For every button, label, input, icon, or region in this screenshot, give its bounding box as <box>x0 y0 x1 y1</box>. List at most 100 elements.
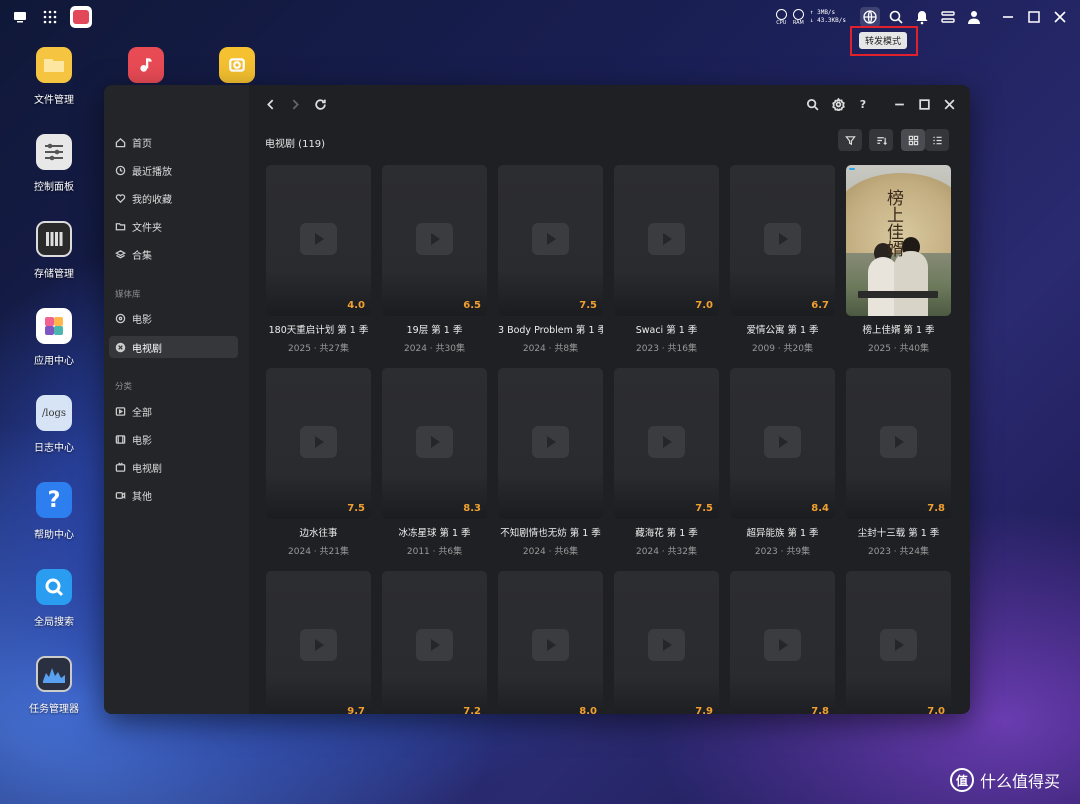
desktop-icon-app-center[interactable]: 应用中心 <box>14 308 94 367</box>
grid-view-button[interactable] <box>901 129 925 151</box>
media-title[interactable]: 尘封十三载 第 1 季 <box>846 525 951 539</box>
media-title[interactable]: 不知剧情也无妨 第 1 季 <box>498 525 603 539</box>
sidebar-item-favorites[interactable]: 我的收藏 <box>109 187 238 209</box>
user-icon[interactable] <box>964 7 984 27</box>
media-poster[interactable] <box>498 368 603 519</box>
media-card[interactable]: 7.8 <box>730 571 835 714</box>
desktop-icon-logs[interactable]: /logs 日志中心 <box>14 395 94 454</box>
globe-icon[interactable] <box>860 7 880 27</box>
media-title[interactable]: 180天重启计划 第 1 季 <box>266 322 371 336</box>
filter-button[interactable] <box>838 129 862 151</box>
media-poster[interactable]: 7.8 <box>730 571 835 714</box>
media-title[interactable]: 榜上佳婿 第 1 季 <box>846 322 951 336</box>
sidebar-item-movies[interactable]: 电影 <box>109 307 238 329</box>
media-poster[interactable]: 6.5 <box>382 165 487 316</box>
desktop-icon-search[interactable]: 全局搜索 <box>14 569 94 628</box>
sidebar-item-tv-category[interactable]: 电视剧 <box>109 456 238 478</box>
media-title[interactable]: 19层 第 1 季 <box>382 322 487 336</box>
sidebar-item-folders[interactable]: 文件夹 <box>109 215 238 237</box>
video-app-taskbar-icon[interactable] <box>70 6 92 28</box>
media-title[interactable]: Swaci 第 1 季 <box>614 322 719 336</box>
search-icon[interactable] <box>886 7 906 27</box>
sidebar-item-home[interactable]: 首页 <box>109 131 238 153</box>
media-poster[interactable]: 7.9 <box>614 571 719 714</box>
desktop-icon-control-panel[interactable]: 控制面板 <box>14 134 94 193</box>
minimize-icon[interactable] <box>998 7 1018 27</box>
media-meta: 2025 · 共27集 <box>266 341 371 354</box>
ram-indicator[interactable]: RAM <box>792 8 804 26</box>
media-title[interactable]: 冰冻星球 第 1 季 <box>382 525 487 539</box>
close-icon[interactable] <box>1050 7 1070 27</box>
media-card[interactable]: 7.5 3 Body Problem 第 1 季 2024 · 共8集 <box>498 165 603 354</box>
media-card[interactable]: 8.3 冰冻星球 第 1 季 2011 · 共6集 <box>382 368 487 557</box>
media-card[interactable]: 6.7 爱情公寓 第 1 季 2009 · 共20集 <box>730 165 835 354</box>
media-poster[interactable]: 7.8 <box>846 368 951 519</box>
search-icon[interactable] <box>803 95 821 113</box>
list-view-button[interactable] <box>925 129 949 151</box>
back-icon[interactable] <box>261 95 279 113</box>
media-poster[interactable]: 9.7 <box>266 571 371 714</box>
sort-button[interactable] <box>869 129 893 151</box>
media-poster[interactable]: 4.0 <box>266 165 371 316</box>
media-poster[interactable]: 7.2 <box>382 571 487 714</box>
desktop-icon-files[interactable]: 文件管理 <box>14 47 94 106</box>
media-poster[interactable]: 8.3 <box>382 368 487 519</box>
close-icon[interactable] <box>940 95 958 113</box>
media-poster[interactable]: 8.4 <box>730 368 835 519</box>
refresh-icon[interactable] <box>311 95 329 113</box>
backup-app-icon[interactable] <box>197 47 277 83</box>
media-title[interactable]: 超异能族 第 1 季 <box>730 525 835 539</box>
desktop-icon-storage[interactable]: 存储管理 <box>14 221 94 280</box>
sidebar-item-tv[interactable]: 电视剧 <box>109 336 238 358</box>
media-card[interactable]: 6.5 19层 第 1 季 2024 · 共30集 <box>382 165 487 354</box>
media-poster[interactable]: 7.0 <box>846 571 951 714</box>
sidebar-item-collections[interactable]: 合集 <box>109 243 238 265</box>
media-title[interactable]: 3 Body Problem 第 1 季 <box>498 322 603 336</box>
sidebar-item-film[interactable]: 电影 <box>109 428 238 450</box>
media-card[interactable]: 4.0 180天重启计划 第 1 季 2025 · 共27集 <box>266 165 371 354</box>
music-app-icon[interactable] <box>106 47 186 83</box>
media-poster[interactable]: 6.7 <box>730 165 835 316</box>
media-poster[interactable]: 7.5 <box>498 165 603 316</box>
show-desktop-icon[interactable] <box>10 7 30 27</box>
cpu-indicator[interactable]: CPU <box>775 8 787 26</box>
media-card[interactable]: 7.0 Swaci 第 1 季 2023 · 共16集 <box>614 165 719 354</box>
tv-icon <box>115 342 126 352</box>
maximize-icon[interactable] <box>915 95 933 113</box>
media-poster[interactable]: 7.5 <box>266 368 371 519</box>
bell-icon[interactable] <box>912 7 932 27</box>
media-card[interactable]: 8.4 超异能族 第 1 季 2023 · 共9集 <box>730 368 835 557</box>
media-card[interactable]: 9.7 <box>266 571 371 714</box>
media-poster[interactable]: 8.0 <box>498 571 603 714</box>
media-card[interactable]: 榜上佳婿 榜上佳婿 第 1 季 2025 · 共40集 <box>846 165 951 354</box>
media-poster[interactable]: 榜上佳婿 <box>846 165 951 316</box>
desktop-icon-help[interactable]: ? 帮助中心 <box>14 482 94 541</box>
media-title[interactable]: 藏海花 第 1 季 <box>614 525 719 539</box>
movie-icon <box>115 313 126 323</box>
desktop-icon-task-manager[interactable]: 任务管理器 <box>14 656 94 715</box>
media-card[interactable]: 7.0 <box>846 571 951 714</box>
media-card[interactable]: 7.9 <box>614 571 719 714</box>
sidebar-item-recent[interactable]: 最近播放 <box>109 159 238 181</box>
media-card[interactable]: 8.0 <box>498 571 603 714</box>
maximize-icon[interactable] <box>1024 7 1044 27</box>
media-card[interactable]: 7.8 尘封十三载 第 1 季 2023 · 共24集 <box>846 368 951 557</box>
media-title[interactable]: 爱情公寓 第 1 季 <box>730 322 835 336</box>
media-card[interactable]: 7.5 边水往事 2024 · 共21集 <box>266 368 371 557</box>
minimize-icon[interactable] <box>890 95 908 113</box>
sidebar-item-other[interactable]: 其他 <box>109 484 238 506</box>
sidebar-item-all[interactable]: 全部 <box>109 400 238 422</box>
media-card[interactable]: 7.5 藏海花 第 1 季 2024 · 共32集 <box>614 368 719 557</box>
settings-icon[interactable] <box>829 95 847 113</box>
media-card[interactable]: 不知剧情也无妨 第 1 季 2024 · 共6集 <box>498 368 603 557</box>
settings-sliders-icon[interactable] <box>938 7 958 27</box>
network-speed[interactable]: ↑ 3MB/s ↓ 43.3KB/s <box>810 9 846 25</box>
media-poster[interactable]: 7.0 <box>614 165 719 316</box>
media-year: 2023 <box>636 344 659 354</box>
forward-icon[interactable] <box>286 95 304 113</box>
app-grid-icon[interactable] <box>40 7 60 27</box>
media-poster[interactable]: 7.5 <box>614 368 719 519</box>
media-card[interactable]: 7.2 <box>382 571 487 714</box>
media-title[interactable]: 边水往事 <box>266 525 371 539</box>
help-icon[interactable]: ? <box>854 95 872 113</box>
